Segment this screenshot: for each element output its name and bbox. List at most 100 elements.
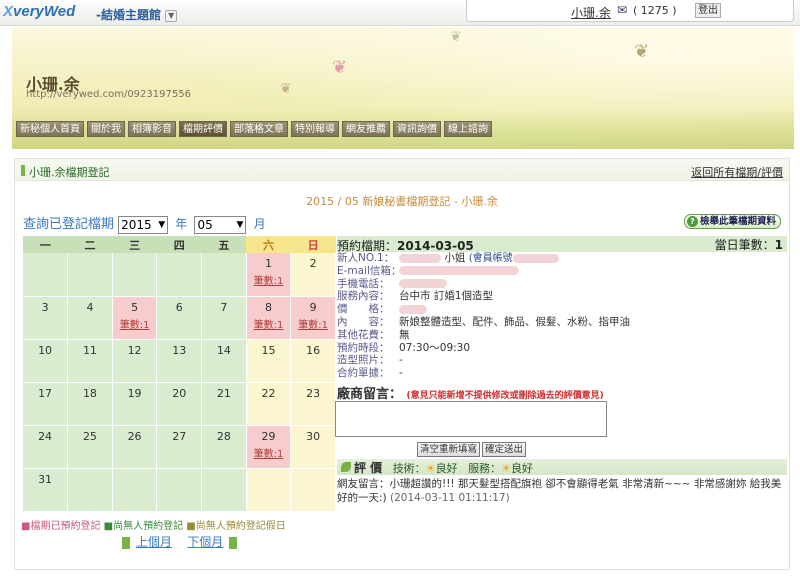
calendar-day: 17 [23,382,69,426]
calendar-day: 30 [290,425,336,469]
chevron-down-icon[interactable]: ▼ [165,9,178,22]
month-title: 2015 / 05 新娘秘書檔期登記 - 小珊.余 [306,195,498,208]
calendar-day-booked[interactable]: 9 筆數:1 [290,296,336,340]
nav-tab-schedule[interactable]: 檔期評價 [179,121,227,137]
month-pager: 上個月 下個月 [122,533,238,550]
redacted-name [399,253,441,263]
calendar-week: 3 4 5 筆數:1 6 7 8 筆數:1 9 筆數:1 [23,296,336,340]
butterfly-icon: ❦ [450,29,462,45]
calendar-day-booked[interactable]: 8 筆數:1 [246,296,292,340]
calendar-day [156,468,203,512]
sun-icon: ☀ [425,462,436,475]
profile-nav: 新秘個人首頁 關於我 相簿影音 檔期評價 部落格文章 特別報導 網友推薦 資訊詢… [16,121,495,137]
calendar-day: 11 [67,339,113,383]
question-icon: ? [686,216,698,227]
detail-row-phone: 手機電話： [337,278,787,291]
calendar-day: 23 [290,382,336,426]
query-bar: 查詢已登記檔期 2015 ▼ 年 05 ▼ 月 [23,213,269,234]
vendor-message-note: (意見只能新增不提供修改或刪除過去的評價意見) [406,390,604,401]
calendar-day: 19 [112,382,158,426]
booking-count-link[interactable]: 筆數:1 [113,316,157,331]
nav-tab-album[interactable]: 相簿影音 [128,121,176,137]
year-select[interactable]: 2015 ▼ [118,215,169,234]
calendar-day: 28 [201,425,247,469]
query-label: 查詢已登記檔期 [23,217,115,232]
user-name-link[interactable]: 小珊.余 [571,4,611,21]
calendar-day: 20 [156,382,203,426]
calendar-day: 6 [156,296,203,340]
nav-tab-report[interactable]: 特別報導 [291,121,339,137]
calendar-day: 7 [201,296,247,340]
calendar-day [112,253,158,297]
prev-month-link[interactable]: 上個月 [136,535,172,549]
next-month-link[interactable]: 下個月 [187,535,223,549]
logout-button[interactable]: 登出 [695,3,721,18]
arrow-left-icon [122,536,130,549]
message-count: ( 1275 ) [633,4,677,17]
review-time: (2014-03-11 01:11:17) [389,492,510,504]
weekday-header: 三 [112,236,157,253]
submit-button[interactable]: 確定送出 [482,442,527,457]
clear-button[interactable]: 清空重新填寫 [417,442,481,457]
calendar-day: 12 [112,339,158,383]
butterfly-icon: ❦ [280,81,292,97]
vendor-message-title: 廠商留言： (意見只能新增不提供修改或刪除過去的評價意見) [337,386,604,402]
calendar-day [23,253,69,297]
weekday-header: 二 [67,236,113,253]
nav-tab-recommend[interactable]: 網友推薦 [342,121,390,137]
legend-free: ■尚無人預約登記 [103,521,184,532]
booking-count-link[interactable]: 筆數:1 [247,445,291,460]
detail-row-other: 其他花費：無 [337,328,410,341]
booking-count-link[interactable]: 筆數:1 [247,316,291,331]
calendar-day-booked[interactable]: 29 筆數:1 [246,425,292,469]
daily-count: 當日筆數：1 [714,238,783,252]
calendar-day: 10 [23,339,69,383]
booking-count-link[interactable]: 筆數:1 [291,316,335,331]
booking-count-link[interactable]: 筆數:1 [247,272,291,287]
detail-row-time: 預約時段： 07:30～09:30 [337,341,471,354]
mail-icon[interactable]: ✉ [617,3,627,17]
nav-tab-home[interactable]: 新秘個人首頁 [16,121,84,137]
report-schedule-button[interactable]: ? 檢舉此筆檔期資料 [683,214,781,229]
calendar-day [67,468,113,512]
calendar-day: 22 [246,382,292,426]
calendar-day [201,253,247,297]
site-menu[interactable]: -結婚主題館 ▼ [96,6,178,23]
panel-header: 小珊.余檔期登記 返回所有檔期/評價 [15,159,789,181]
redacted-account [512,253,559,263]
weekday-header: 四 [156,236,202,253]
detail-row-email: E-mail信箱： [337,265,787,278]
redacted-price [399,304,427,314]
calendar-day [156,253,203,297]
calendar-day: 4 [67,296,113,340]
calendar-day: 24 [23,425,69,469]
calendar-week: 24 25 26 27 28 29 筆數:1 30 [23,425,336,469]
calendar-day-booked[interactable]: 1 筆數:1 [246,253,292,297]
back-to-all-link[interactable]: 返回所有檔期/評價 [691,164,783,180]
calendar-week: 1 筆數:1 2 [23,253,336,297]
nav-tab-inquiry[interactable]: 資訊詢價 [393,121,441,137]
calendar-day: 21 [201,382,247,426]
calendar-day: 26 [112,425,158,469]
vendor-message-input[interactable] [335,401,607,437]
year-unit: 年 [175,217,188,231]
calendar-legend: ■檔期已預約登記 ■尚無人預約登記 ■尚無人預約登記假日 [21,517,286,532]
redacted-email [399,266,519,276]
site-logo[interactable]: XveryWed [3,3,75,20]
detail-row-photo: 造型照片： - [337,354,403,367]
calendar-day: 15 [246,339,292,383]
calendar-day: 27 [156,425,203,469]
calendar-weekday-row: 一 二 三 四 五 六 日 [23,236,336,253]
review-text: 網友留言：小珊超讚的!!! 那天髮型搭配旗袍 卻不會顯得老氣 非常清新~~~ 非… [337,478,782,504]
calendar-day: 3 [23,296,69,340]
month-select[interactable]: 05 ▼ [194,215,247,234]
nav-tab-consult[interactable]: 線上諮詢 [444,121,492,137]
calendar-day: 18 [67,382,113,426]
calendar-day: 2 [290,253,336,297]
calendar-day-booked[interactable]: 5 筆數:1 [112,296,158,340]
nav-tab-blog[interactable]: 部落格文章 [230,121,288,137]
user-box: 小珊.余 ✉ ( 1275 ) 登出 [466,0,794,22]
nav-tab-about[interactable]: 關於我 [87,121,125,137]
calendar-day [67,253,113,297]
weekday-header: 五 [201,236,247,253]
